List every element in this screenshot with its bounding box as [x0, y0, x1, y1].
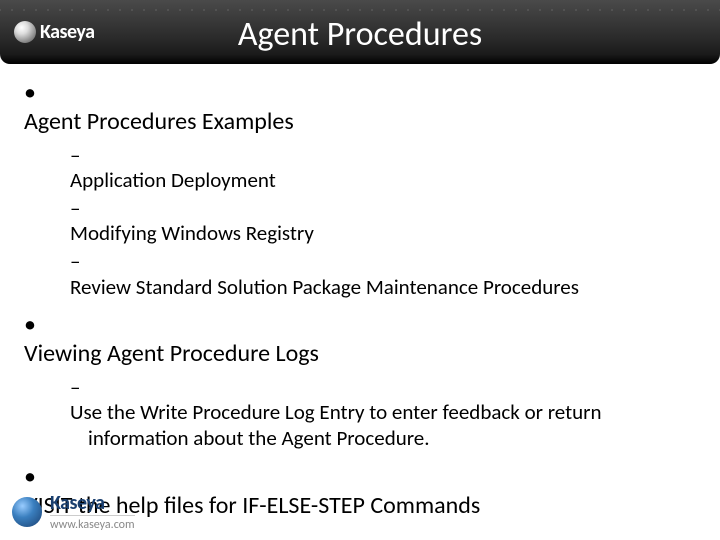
bullet-item: Viewing Agent Procedure Logs Use the Wri…	[24, 310, 696, 451]
sub-bullet-item: Modifying Windows Registry	[70, 196, 696, 247]
logo-orb-icon	[14, 21, 36, 43]
slide-body: Agent Procedures Examples Application De…	[0, 64, 720, 520]
bullet-text: Viewing Agent Procedure Logs	[24, 339, 696, 368]
header-logo: Kaseya	[14, 20, 94, 44]
footer-url-text: www.kaseya.com	[50, 515, 135, 532]
bullet-text: Agent Procedures Examples	[24, 107, 696, 136]
sub-bullet-item: Use the Write Procedure Log Entry to ent…	[70, 375, 696, 452]
header-dot-pattern	[0, 0, 720, 20]
sub-bullet-text: Modifying Windows Registry	[70, 221, 696, 247]
sub-bullet-item: Review Standard Solution Package Mainten…	[70, 249, 696, 300]
slide-title: Agent Procedures	[0, 14, 720, 55]
footer-brand-text: Kaseya	[50, 491, 135, 515]
header-brand-text: Kaseya	[40, 20, 94, 44]
slide-footer: Kaseya www.kaseya.com	[12, 491, 135, 532]
slide-header: Kaseya Agent Procedures	[0, 0, 720, 64]
sub-bullet-text: Application Deployment	[70, 168, 696, 194]
sub-bullet-item: Application Deployment	[70, 143, 696, 194]
footer-orb-icon	[12, 497, 42, 527]
sub-bullet-text: Review Standard Solution Package Mainten…	[70, 275, 696, 301]
sub-bullet-text: Use the Write Procedure Log Entry to ent…	[70, 400, 696, 451]
bullet-item: Agent Procedures Examples Application De…	[24, 78, 696, 300]
